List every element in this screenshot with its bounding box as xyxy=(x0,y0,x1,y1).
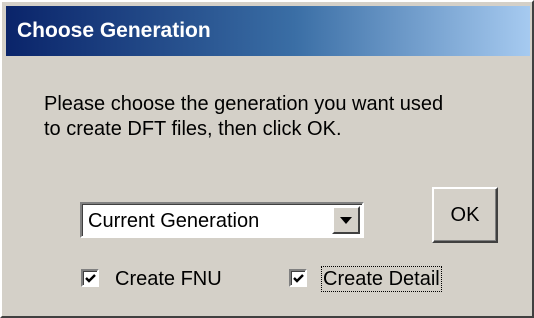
checkmark-icon xyxy=(85,274,96,283)
chevron-down-icon xyxy=(340,217,352,224)
ok-button[interactable]: OK xyxy=(432,187,498,243)
dropdown-button[interactable] xyxy=(332,206,360,234)
generation-dropdown-value: Current Generation xyxy=(88,210,260,232)
create-detail-label[interactable]: Create Detail xyxy=(321,266,442,292)
create-detail-checkbox-box[interactable] xyxy=(289,269,307,287)
generation-dropdown[interactable]: Current Generation xyxy=(80,202,364,238)
choose-generation-dialog: Choose Generation Please choose the gene… xyxy=(0,0,534,318)
create-fnu-checkbox-box[interactable] xyxy=(81,269,99,287)
title-bar[interactable]: Choose Generation xyxy=(6,6,530,56)
message-line-1: Please choose the generation you want us… xyxy=(44,93,444,115)
dialog-title: Choose Generation xyxy=(17,19,211,42)
message-line-2: to create DFT files, then click OK. xyxy=(44,118,342,140)
checkmark-icon xyxy=(293,274,304,283)
instruction-message: Please choose the generation you want us… xyxy=(44,92,504,142)
create-fnu-label[interactable]: Create FNU xyxy=(114,267,223,291)
